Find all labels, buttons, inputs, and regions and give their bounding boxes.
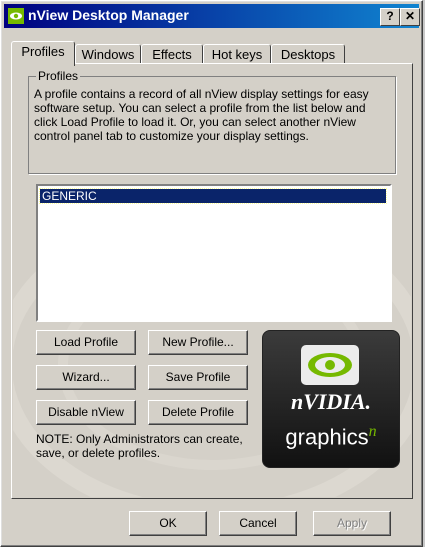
profiles-panel: Profiles A profile contains a record of …	[11, 63, 413, 499]
nvidia-logo: nVIDIA. graphicsn	[262, 330, 400, 468]
nview-window: nView Desktop Manager ? ✕ Profiles Windo…	[0, 0, 423, 547]
cancel-button[interactable]: Cancel	[219, 511, 297, 536]
profiles-description: A profile contains a record of all nView…	[34, 87, 369, 143]
new-profile-button[interactable]: New Profile...	[148, 330, 248, 355]
nvidia-eye-icon	[8, 8, 24, 24]
disable-nview-button[interactable]: Disable nView	[36, 400, 136, 425]
nvidia-wordmark: nVIDIA.	[290, 389, 372, 414]
list-item[interactable]: GENERIC	[39, 188, 387, 204]
title-bar[interactable]: nView Desktop Manager ? ✕	[4, 4, 420, 28]
save-profile-button[interactable]: Save Profile	[148, 365, 248, 390]
tab-desktops[interactable]: Desktops	[271, 44, 345, 65]
delete-profile-button[interactable]: Delete Profile	[148, 400, 248, 425]
ok-button[interactable]: OK	[129, 511, 207, 536]
help-button[interactable]: ?	[380, 8, 400, 26]
graphics-text: graphics	[285, 424, 369, 450]
admin-note: NOTE: Only Administrators can create, sa…	[36, 432, 243, 460]
window-title: nView Desktop Manager	[28, 7, 189, 23]
tab-windows[interactable]: Windows	[75, 44, 141, 65]
tab-profiles[interactable]: Profiles	[11, 41, 75, 66]
close-button[interactable]: ✕	[400, 8, 420, 26]
logo-superscript: n	[368, 423, 377, 440]
profiles-groupbox: Profiles A profile contains a record of …	[28, 69, 396, 174]
nvidia-eye-icon	[301, 345, 359, 385]
tab-hot-keys[interactable]: Hot keys	[203, 44, 271, 65]
graphics-label: graphicsn	[263, 423, 399, 450]
apply-button[interactable]: Apply	[313, 511, 391, 536]
profiles-group-label: Profiles	[36, 69, 81, 83]
tab-effects[interactable]: Effects	[141, 44, 203, 65]
load-profile-button[interactable]: Load Profile	[36, 330, 136, 355]
profiles-listbox[interactable]: GENERIC	[36, 184, 392, 322]
wizard-button[interactable]: Wizard...	[36, 365, 136, 390]
